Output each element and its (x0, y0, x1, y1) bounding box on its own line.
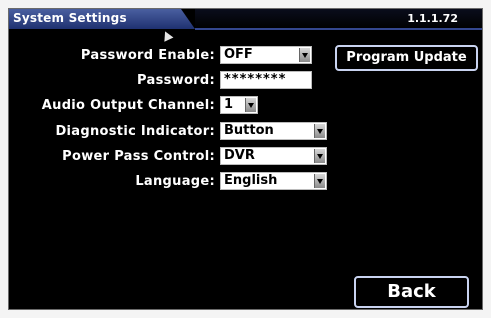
firmware-version: 1.1.1.72 (407, 12, 458, 25)
label-audio-output-channel: Audio Output Channel: (41, 98, 215, 113)
language-value: English (224, 173, 278, 188)
chevron-down-icon[interactable] (314, 149, 325, 163)
title-underline (195, 28, 482, 30)
window-title: System Settings (13, 11, 127, 25)
language-select[interactable]: English (220, 172, 327, 190)
chevron-down-icon[interactable] (314, 174, 325, 188)
row-password: Password: (9, 71, 215, 91)
audio-output-channel-select[interactable]: 1 (220, 96, 258, 114)
password-value: ******** (224, 72, 287, 87)
chevron-down-icon[interactable] (314, 124, 325, 138)
password-field[interactable]: ******** (220, 71, 312, 89)
label-password: Password: (137, 73, 215, 88)
password-enable-select[interactable]: OFF (220, 46, 312, 64)
program-update-button[interactable]: Program Update (335, 45, 478, 71)
settings-screen: System Settings 1.1.1.72 Password Enable… (8, 8, 483, 310)
row-diagnostic-indicator: Diagnostic Indicator: (9, 122, 215, 142)
row-power-pass-control: Power Pass Control: (9, 147, 215, 167)
pointer-arrow-icon (160, 29, 174, 42)
label-power-pass-control: Power Pass Control: (62, 149, 215, 164)
power-pass-control-value: DVR (224, 148, 255, 163)
back-button[interactable]: Back (354, 276, 469, 308)
chevron-down-icon[interactable] (245, 98, 256, 112)
title-bar: System Settings 1.1.1.72 (9, 9, 482, 30)
title-bar-right: 1.1.1.72 (195, 9, 482, 29)
label-language: Language: (135, 174, 215, 189)
chevron-down-icon[interactable] (299, 48, 310, 62)
audio-output-channel-value: 1 (224, 97, 234, 112)
password-enable-value: OFF (224, 47, 253, 62)
title-tab: System Settings (9, 9, 195, 29)
label-diagnostic-indicator: Diagnostic Indicator: (55, 124, 215, 139)
row-language: Language: (9, 172, 215, 192)
diagnostic-indicator-value: Button (224, 123, 274, 138)
power-pass-control-select[interactable]: DVR (220, 147, 327, 165)
diagnostic-indicator-select[interactable]: Button (220, 122, 327, 140)
label-password-enable: Password Enable: (80, 48, 215, 63)
row-password-enable: Password Enable: (9, 46, 215, 66)
row-audio-output-channel: Audio Output Channel: (9, 96, 215, 116)
